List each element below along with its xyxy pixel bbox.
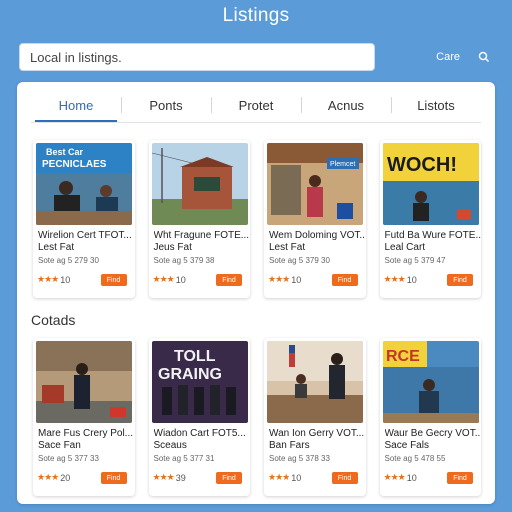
listing-meta: Sote ag 5 379 47 — [384, 256, 446, 265]
listing-subtitle: Lest Fat — [38, 242, 75, 253]
listing-subtitle: Sace Fan — [38, 440, 81, 451]
svg-text:GRAING: GRAING — [158, 366, 222, 383]
find-button[interactable]: Find — [331, 274, 358, 286]
listing-meta: Sote ag 5 279 30 — [38, 256, 99, 265]
listing-thumbnail: WOCH! — [382, 143, 479, 225]
listing-title: Wirelion Cert TFOT... — [38, 230, 132, 241]
stars-icon: ★★★ — [268, 274, 290, 284]
listing-title: Mare Fus Crery Pol... — [38, 428, 134, 439]
svg-text:RCE: RCE — [386, 348, 420, 365]
rating-value: 10 — [175, 274, 186, 285]
listing-meta: Sote ag 5 478 55 — [384, 454, 446, 463]
search-icon[interactable] — [478, 51, 490, 63]
svg-text:TOLL: TOLL — [174, 348, 216, 365]
listing-meta: Sote ag 5 379 38 — [153, 256, 215, 265]
rating: ★★★ 10 — [268, 274, 301, 285]
find-button[interactable]: Find — [216, 274, 242, 286]
listing-card[interactable]: Mare Fus Crery Pol... Sace Fan Sote ag 5… — [33, 338, 135, 496]
rating: ★★★ 10 — [384, 274, 417, 285]
listing-title: Futd Ba Wure FOTE... — [384, 230, 481, 241]
find-button[interactable]: Find — [447, 274, 473, 286]
listing-row-1: Best Car PECNICLAES Wirelion Cert TFOT..… — [33, 140, 481, 298]
listing-thumbnail: RCE — [382, 341, 479, 423]
listing-subtitle: Sace Fals — [384, 440, 429, 451]
tab-listots[interactable]: Listots — [391, 88, 481, 122]
listing-thumbnail — [151, 143, 248, 225]
rating-value: 10 — [406, 274, 417, 285]
rating: ★★★ 10 — [37, 274, 70, 285]
rating: ★★★ 10 — [153, 274, 186, 285]
find-button[interactable]: Find — [331, 472, 358, 484]
listing-title: Wiadon Cart FOT5... — [153, 428, 246, 439]
tab-ponts[interactable]: Ponts — [121, 88, 211, 122]
rating-value: 10 — [291, 472, 302, 483]
rating: ★★★ 10 — [384, 472, 417, 483]
care-link[interactable]: Care — [436, 51, 460, 63]
rating-value: 20 — [60, 472, 71, 483]
find-button[interactable]: Find — [216, 472, 242, 484]
listing-meta: Sote ag 5 378 33 — [269, 454, 330, 463]
svg-text:Best Car: Best Car — [46, 147, 84, 157]
listing-card[interactable]: Best Car PECNICLAES Wirelion Cert TFOT..… — [33, 140, 135, 298]
stars-icon: ★★★ — [383, 472, 406, 482]
listing-meta: Sote ag 5 377 31 — [153, 454, 215, 463]
listing-thumbnail: TOLL GRAING — [151, 341, 248, 423]
app-title: Listings — [222, 5, 290, 26]
stars-icon: ★★★ — [37, 472, 59, 482]
listing-meta: Sote ag 5 379 30 — [269, 256, 330, 265]
tab-home[interactable]: Home — [31, 88, 121, 122]
stars-icon: ★★★ — [152, 472, 175, 482]
listing-card[interactable]: RCE Waur Be Gecry VOT... Sace Fals Sote … — [379, 338, 481, 496]
svg-text:WOCH!: WOCH! — [387, 154, 457, 176]
listing-thumbnail — [267, 341, 363, 423]
tab-bar: Home Ponts Protet Acnus Listots — [31, 88, 481, 122]
listing-title: Wht Fragune FOTE... — [153, 230, 250, 241]
listing-subtitle: Lest Fat — [269, 242, 306, 253]
listing-card[interactable]: Wan Ion Gerry VOT... Ban Fars Sote ag 5 … — [264, 338, 366, 496]
listing-card[interactable]: WOCH! Futd Ba Wure FOTE... Leal Cart Sot… — [379, 140, 481, 298]
listing-card[interactable]: TOLL GRAING Wiadon Cart FOT5... Sceaus S… — [148, 338, 250, 496]
stars-icon: ★★★ — [383, 274, 406, 284]
header-actions: Care — [390, 47, 490, 67]
listing-card[interactable]: Plemcet Wem Doloming VOT... Lest Fat Sot… — [264, 140, 366, 298]
stars-icon: ★★★ — [152, 274, 175, 284]
search-input[interactable] — [30, 49, 364, 65]
rating-value: 10 — [291, 274, 302, 285]
tab-protet[interactable]: Protet — [211, 88, 301, 122]
rating-value: 10 — [406, 472, 417, 483]
listing-thumbnail: Best Car PECNICLAES — [36, 143, 132, 225]
tab-divider — [31, 122, 481, 123]
listing-meta: Sote ag 5 377 33 — [38, 454, 99, 463]
listing-title: Waur Be Gecry VOT... — [384, 428, 481, 439]
rating: ★★★ 10 — [268, 472, 301, 483]
find-button[interactable]: Find — [447, 472, 473, 484]
listing-thumbnail — [36, 341, 132, 423]
rating-value: 39 — [175, 472, 186, 483]
search-box[interactable] — [19, 43, 375, 71]
listing-title: Wan Ion Gerry VOT... — [269, 428, 365, 439]
listing-subtitle: Jeus Fat — [153, 242, 192, 253]
listing-row-2: Mare Fus Crery Pol... Sace Fan Sote ag 5… — [33, 338, 481, 496]
listing-thumbnail: Plemcet — [267, 143, 363, 225]
rating: ★★★ 39 — [153, 472, 186, 483]
rating-value: 10 — [60, 274, 71, 285]
svg-text:PECNICLAES: PECNICLAES — [42, 159, 107, 170]
listings-panel: Home Ponts Protet Acnus Listots Best Car… — [17, 82, 495, 504]
svg-text:Plemcet: Plemcet — [330, 161, 355, 168]
section-label: Cotads — [31, 312, 76, 328]
listing-subtitle: Ban Fars — [269, 440, 310, 451]
listing-subtitle: Sceaus — [153, 440, 187, 451]
listing-subtitle: Leal Cart — [384, 242, 426, 253]
stars-icon: ★★★ — [37, 274, 59, 284]
find-button[interactable]: Find — [100, 274, 127, 286]
tab-acnus[interactable]: Acnus — [301, 88, 391, 122]
find-button[interactable]: Find — [100, 472, 127, 484]
stars-icon: ★★★ — [268, 472, 290, 482]
listing-title: Wem Doloming VOT... — [269, 230, 365, 241]
listing-card[interactable]: Wht Fragune FOTE... Jeus Fat Sote ag 5 3… — [148, 140, 250, 298]
rating: ★★★ 20 — [37, 472, 70, 483]
